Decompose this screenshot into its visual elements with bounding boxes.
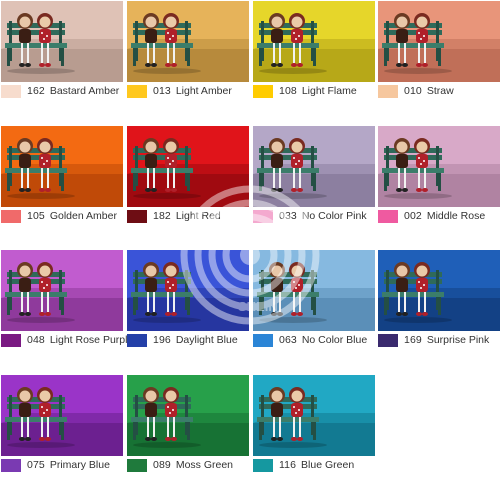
gel-photo xyxy=(253,375,375,456)
gel-code: 048 xyxy=(27,334,45,346)
gel-code: 013 xyxy=(153,85,171,97)
gel-photo xyxy=(127,1,249,82)
gel-name: Middle Rose xyxy=(426,210,486,222)
gel-photo xyxy=(1,375,123,456)
gel-color-swatch xyxy=(253,84,273,98)
gel-name: Primary Blue xyxy=(49,459,110,471)
gel-photo xyxy=(253,250,375,331)
gel-photo xyxy=(127,375,249,456)
gel-label-row: 048 Light Rose Purple xyxy=(1,333,133,347)
gel-name: Golden Amber xyxy=(49,210,117,222)
gel-card: 105 Golden Amber xyxy=(1,126,123,228)
gel-card: 089 Moss Green xyxy=(127,375,249,477)
gel-card: 048 Light Rose Purple xyxy=(1,250,133,352)
gel-name: Moss Green xyxy=(175,459,234,471)
gel-card: 108 Light Flame xyxy=(253,1,375,103)
gel-name: No Color Blue xyxy=(301,334,368,346)
gel-card: 075 Primary Blue xyxy=(1,375,123,477)
gel-code: 075 xyxy=(27,459,45,471)
gel-label-row: 089 Moss Green xyxy=(127,458,249,472)
gel-photo xyxy=(378,126,500,207)
gel-label-row: 002 Middle Rose xyxy=(378,209,500,223)
gel-label-row: 033 No Color Pink xyxy=(253,209,375,223)
gel-color-swatch xyxy=(127,209,147,223)
gel-color-swatch xyxy=(1,333,21,347)
gel-label-row: 013 Light Amber xyxy=(127,84,249,98)
gel-color-swatch xyxy=(253,333,273,347)
gel-card: 196 Daylight Blue xyxy=(127,250,249,352)
gel-color-swatch xyxy=(378,333,398,347)
gel-name: No Color Pink xyxy=(301,210,367,222)
gel-name: Straw xyxy=(426,85,454,97)
gel-photo xyxy=(127,126,249,207)
gel-name: Surprise Pink xyxy=(426,334,490,346)
gel-code: 108 xyxy=(279,85,297,97)
gel-label-row: 010 Straw xyxy=(378,84,500,98)
gel-color-swatch xyxy=(378,84,398,98)
gel-code: 182 xyxy=(153,210,171,222)
gel-card: 002 Middle Rose xyxy=(378,126,500,228)
gel-photo xyxy=(378,1,500,82)
gel-label-row: 075 Primary Blue xyxy=(1,458,123,472)
gel-label-row: 105 Golden Amber xyxy=(1,209,123,223)
gel-photo xyxy=(127,250,249,331)
gel-color-swatch xyxy=(1,84,21,98)
gel-code: 063 xyxy=(279,334,297,346)
gel-card: 162 Bastard Amber xyxy=(1,1,123,103)
gel-swatch-grid: 162 Bastard Amber 013 Light Amber 108 Li… xyxy=(0,0,500,500)
gel-code: 116 xyxy=(279,459,297,471)
gel-code: 169 xyxy=(404,334,422,346)
gel-card: 116 Blue Green xyxy=(253,375,375,477)
gel-color-swatch xyxy=(378,209,398,223)
gel-name: Daylight Blue xyxy=(175,334,238,346)
gel-code: 002 xyxy=(404,210,422,222)
gel-name: Light Flame xyxy=(301,85,357,97)
gel-color-swatch xyxy=(253,458,273,472)
gel-label-row: 108 Light Flame xyxy=(253,84,375,98)
gel-label-row: 182 Light Red xyxy=(127,209,249,223)
gel-code: 162 xyxy=(27,85,45,97)
gel-color-swatch xyxy=(1,209,21,223)
gel-color-swatch xyxy=(253,209,273,223)
gel-code: 196 xyxy=(153,334,171,346)
gel-code: 089 xyxy=(153,459,171,471)
gel-label-row: 162 Bastard Amber xyxy=(1,84,123,98)
gel-card: 010 Straw xyxy=(378,1,500,103)
gel-name: Bastard Amber xyxy=(49,85,120,97)
gel-photo xyxy=(1,250,123,331)
gel-color-swatch xyxy=(1,458,21,472)
gel-card: 063 No Color Blue xyxy=(253,250,375,352)
gel-photo xyxy=(1,126,123,207)
gel-card: 182 Light Red xyxy=(127,126,249,228)
gel-label-row: 116 Blue Green xyxy=(253,458,375,472)
gel-label-row: 169 Surprise Pink xyxy=(378,333,500,347)
gel-card: 013 Light Amber xyxy=(127,1,249,103)
gel-label-row: 196 Daylight Blue xyxy=(127,333,249,347)
gel-card: 033 No Color Pink xyxy=(253,126,375,228)
gel-name: Light Amber xyxy=(175,85,232,97)
gel-name: Blue Green xyxy=(301,459,355,471)
gel-color-swatch xyxy=(127,84,147,98)
gel-photo xyxy=(1,1,123,82)
gel-photo xyxy=(253,1,375,82)
gel-color-swatch xyxy=(127,333,147,347)
gel-name: Light Rose Purple xyxy=(49,334,134,346)
gel-label-row: 063 No Color Blue xyxy=(253,333,375,347)
gel-code: 010 xyxy=(404,85,422,97)
gel-name: Light Red xyxy=(175,210,221,222)
gel-photo xyxy=(253,126,375,207)
gel-card: 169 Surprise Pink xyxy=(378,250,500,352)
gel-photo xyxy=(378,250,500,331)
gel-code: 033 xyxy=(279,210,297,222)
gel-color-swatch xyxy=(127,458,147,472)
gel-code: 105 xyxy=(27,210,45,222)
